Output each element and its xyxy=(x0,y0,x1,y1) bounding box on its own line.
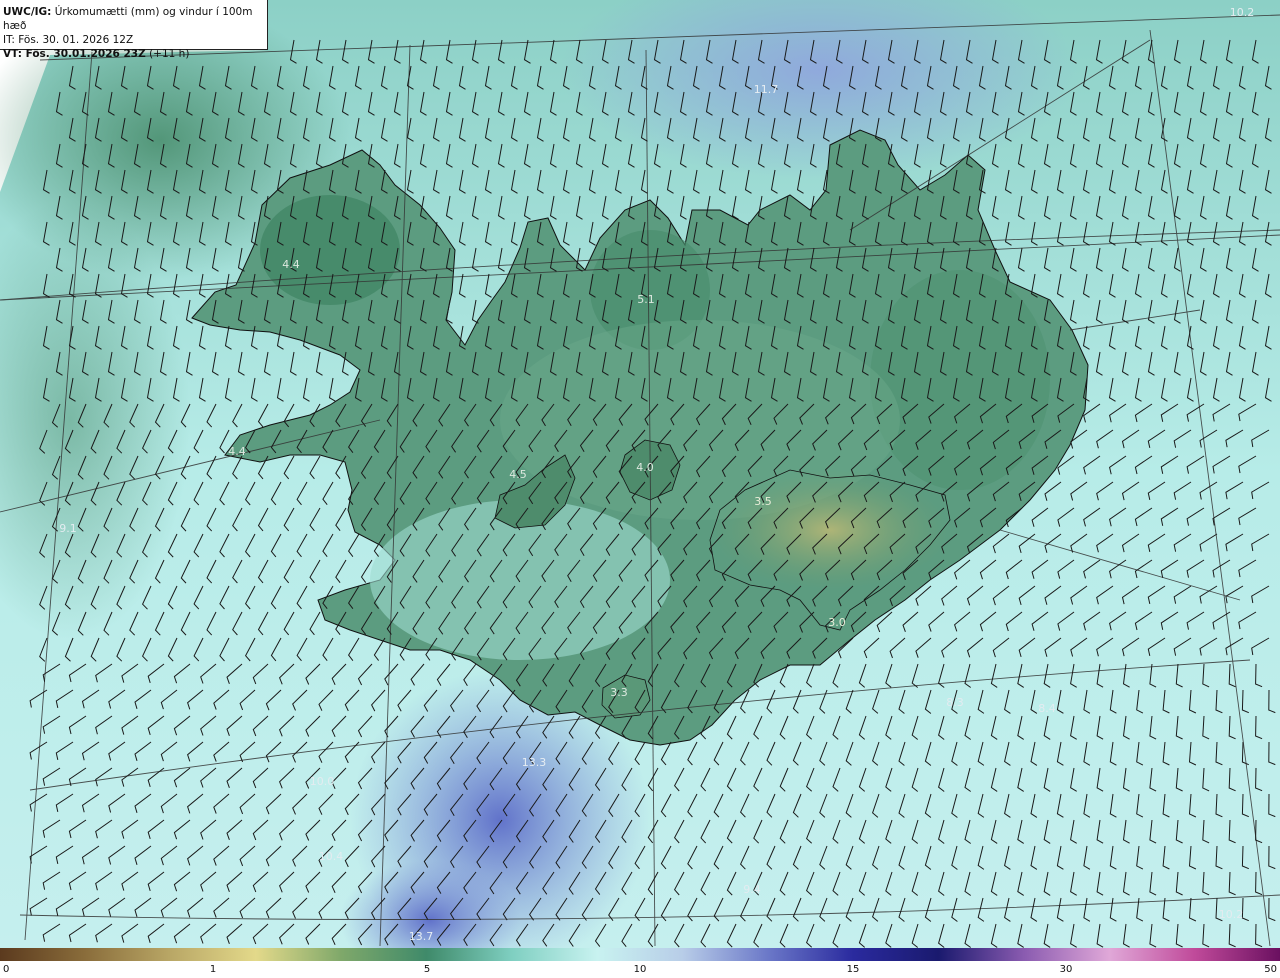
colorbar-tick-label: 5 xyxy=(423,964,431,975)
colorbar-tick-label: 30 xyxy=(1059,964,1073,975)
colorbar-tick-label: 1 xyxy=(209,964,217,975)
precip-value-label: 10.2 xyxy=(1230,6,1255,19)
title-line: UWC/IG: Úrkomumætti (mm) og vindur í 100… xyxy=(3,5,267,33)
precip-value-label: 8.4 xyxy=(1038,702,1056,715)
precip-value-label: 11.7 xyxy=(754,83,779,96)
precip-value-label: 4.0 xyxy=(636,461,654,474)
precip-value-label: 4.4 xyxy=(228,445,246,458)
precip-value-label: 8.3 xyxy=(946,696,964,709)
colorbar xyxy=(0,948,1280,961)
lead-time: (+11 h) xyxy=(149,48,190,60)
precip-value-label: 3.3 xyxy=(610,686,628,699)
precip-value-label: 10.4 xyxy=(319,850,344,863)
colorbar-tick-label: 15 xyxy=(846,964,860,975)
precip-value-label: 3.0 xyxy=(828,616,846,629)
precip-value-label: 13.7 xyxy=(409,930,434,943)
init-time: IT: Fös. 30. 01. 2026 12Z xyxy=(3,34,134,46)
map-info-box: UWC/IG: Úrkomumætti (mm) og vindur í 100… xyxy=(0,0,268,60)
precip-value-label: 9.1 xyxy=(59,522,77,535)
forecast-map: 10.2 11.7 4.4 5.1 4.4 4.5 4.0 3.5 9.1 3.0 3.3 8.3 8.… xyxy=(0,0,1280,948)
precip-value-label: 4.4 xyxy=(282,258,300,271)
precip-value-label: 10.2 xyxy=(1219,908,1244,921)
valid-time: VT: Fös. 30.01.2026 23Z xyxy=(3,48,146,60)
precip-value-label: 10.0 xyxy=(310,775,335,788)
precip-value-label: 5.1 xyxy=(637,293,655,306)
colorbar-ticks: 0 1 5 10 15 30 50 xyxy=(0,962,1280,978)
land-shading-east xyxy=(870,270,1050,490)
colorbar-tick-label: 10 xyxy=(633,964,647,975)
glacier-vatnajokull xyxy=(710,470,950,590)
precip-value-label: 9.4 xyxy=(743,883,761,896)
model-name: UWC/IG: xyxy=(3,6,52,18)
precip-value-label: 13.3 xyxy=(522,756,547,769)
precip-value-label: 4.5 xyxy=(509,468,527,481)
valid-time-line: VT: Fös. 30.01.2026 23Z (+11 h) xyxy=(3,47,267,61)
precip-value-label: 3.5 xyxy=(754,495,772,508)
colorbar-tick-label: 50 xyxy=(1264,964,1277,975)
colorbar-tick-label: 0 xyxy=(3,964,10,975)
